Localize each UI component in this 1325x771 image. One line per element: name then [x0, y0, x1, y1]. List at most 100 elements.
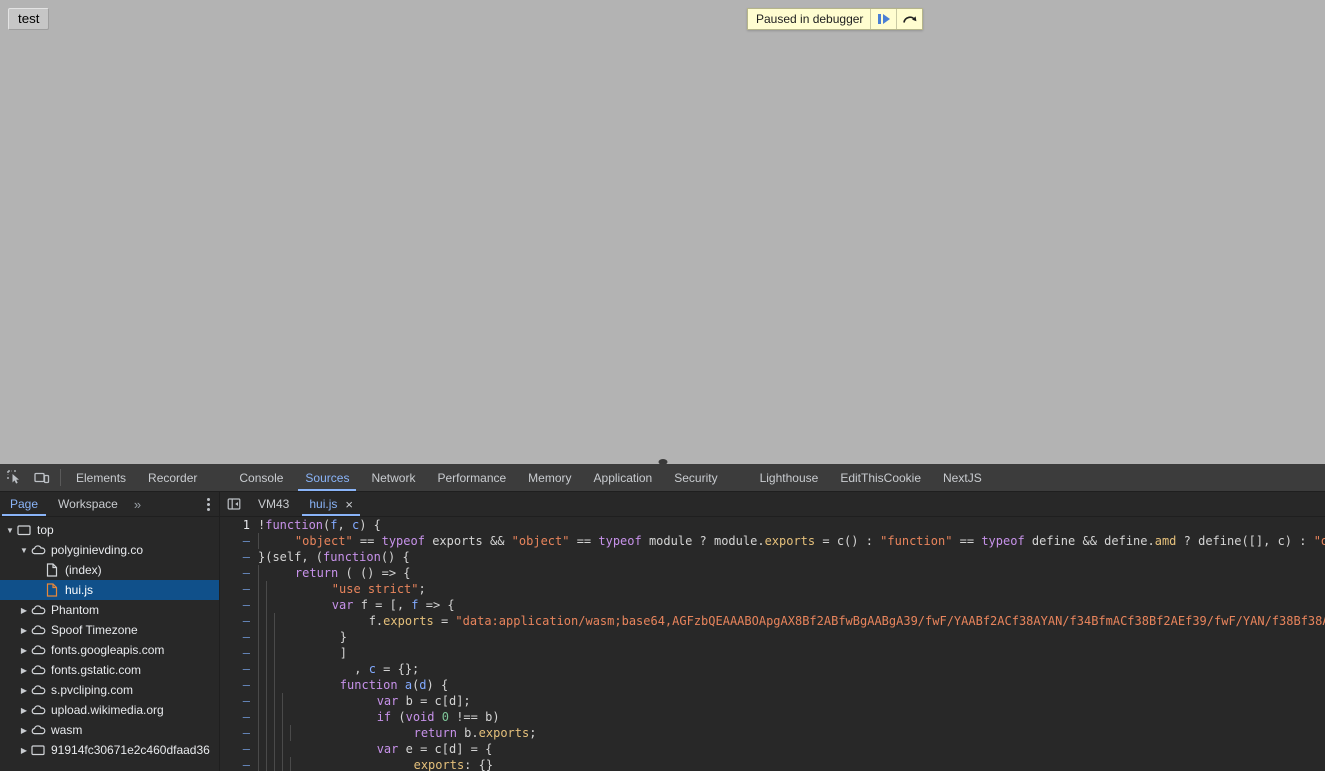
tree-item[interactable]: ▶Spoof Timezone [0, 620, 219, 640]
navigator-tab-workspace[interactable]: Workspace [48, 492, 128, 516]
indent-guide [282, 693, 290, 709]
code-token: = {}; [376, 662, 419, 676]
tab-elements[interactable]: Elements [65, 464, 137, 491]
line-number[interactable]: – [220, 677, 258, 693]
twisty-expanded-icon[interactable]: ▼ [18, 546, 30, 555]
code-token: = c() : [815, 534, 880, 548]
device-toolbar-icon[interactable] [28, 464, 56, 491]
navigator-tab-page[interactable]: Page [0, 492, 48, 516]
paused-in-debugger-banner: Paused in debugger [747, 8, 923, 30]
line-number[interactable]: – [220, 581, 258, 597]
code-token: exports && [425, 534, 512, 548]
indent-guide [266, 613, 274, 629]
line-number[interactable]: – [220, 741, 258, 757]
twisty-collapsed-icon[interactable]: ▶ [18, 626, 30, 635]
inspect-element-icon[interactable] [0, 464, 28, 491]
indent-guide [274, 693, 282, 709]
twisty-expanded-icon[interactable]: ▼ [4, 526, 16, 535]
line-number[interactable]: – [220, 565, 258, 581]
tree-item[interactable]: ▼top [0, 520, 219, 540]
twisty-collapsed-icon[interactable]: ▶ [18, 686, 30, 695]
cloud-icon [30, 724, 46, 736]
tab-console[interactable]: Console [228, 464, 294, 491]
test-button[interactable]: test [8, 8, 49, 30]
twisty-collapsed-icon[interactable]: ▶ [18, 706, 30, 715]
tree-item[interactable]: ▶upload.wikimedia.org [0, 700, 219, 720]
indent-guide [266, 581, 274, 597]
devtools-panel: Elements Recorder Console Sources Networ… [0, 464, 1325, 771]
tab-nextjs[interactable]: NextJS [932, 464, 993, 491]
tab-application[interactable]: Application [583, 464, 664, 491]
tree-item[interactable]: ▶fonts.gstatic.com [0, 660, 219, 680]
tree-item[interactable]: ▶91914fc30671e2c460dfaad36 [0, 740, 219, 760]
file-navigator-tree: ▼top▼polyginievding.co (index) hui.js ▶Phan… [0, 517, 220, 771]
twisty-collapsed-icon[interactable]: ▶ [18, 666, 30, 675]
twisty-collapsed-icon[interactable]: ▶ [18, 746, 30, 755]
code-token: !== b) [449, 710, 500, 724]
tree-item[interactable]: hui.js [0, 580, 219, 600]
navigator-more-options-icon[interactable] [197, 492, 219, 516]
source-code-editor[interactable]: 1!function(f, c) {– "object" == typeof e… [220, 517, 1325, 771]
code-token [398, 678, 405, 692]
tab-label: Lighthouse [760, 471, 819, 485]
code-token: function [323, 550, 381, 564]
tab-network[interactable]: Network [360, 464, 426, 491]
line-number[interactable]: – [220, 725, 258, 741]
indent-guides [258, 741, 290, 757]
tree-item[interactable]: ▶s.pvcliping.com [0, 680, 219, 700]
line-number[interactable]: – [220, 661, 258, 677]
cloud-icon [30, 604, 46, 616]
line-number[interactable]: – [220, 709, 258, 725]
devtools-tab-bar: Elements Recorder Console Sources Networ… [0, 464, 1325, 492]
code-line: – exports: {} [220, 757, 1325, 771]
tree-item[interactable]: (index) [0, 560, 219, 580]
tree-item[interactable]: ▼polyginievding.co [0, 540, 219, 560]
line-number[interactable]: – [220, 629, 258, 645]
tab-performance[interactable]: Performance [426, 464, 517, 491]
line-number[interactable]: – [220, 693, 258, 709]
more-tabs-chevron-icon[interactable]: » [128, 492, 147, 516]
twisty-collapsed-icon[interactable]: ▶ [18, 646, 30, 655]
tab-recorder[interactable]: Recorder [137, 464, 208, 491]
indent-guide [274, 629, 282, 645]
cloud-icon [30, 704, 46, 716]
code-line: –}(self, (function() { [220, 549, 1325, 565]
tree-item[interactable]: ▶wasm [0, 720, 219, 740]
editor-tab-vm43[interactable]: VM43 [248, 492, 299, 516]
code-token: a [405, 678, 412, 692]
close-icon[interactable]: × [345, 498, 353, 511]
line-number[interactable]: – [220, 613, 258, 629]
code-token [290, 710, 377, 724]
line-number[interactable]: – [220, 597, 258, 613]
line-number[interactable]: 1 [220, 517, 258, 533]
show-navigator-panel-icon[interactable] [220, 492, 248, 516]
tree-item-label: hui.js [65, 583, 93, 597]
code-token: ) { [427, 678, 449, 692]
code-token: typeof [382, 534, 425, 548]
tree-item[interactable]: ▶fonts.googleapis.com [0, 640, 219, 660]
tree-item-label: (index) [65, 563, 102, 577]
tab-sources[interactable]: Sources [294, 464, 360, 491]
code-text: var e = c[d] = { [290, 741, 492, 757]
code-line: – "object" == typeof exports && "object"… [220, 533, 1325, 549]
indent-guides [258, 757, 298, 771]
tree-item[interactable]: ▶Phantom [0, 600, 219, 620]
code-token [266, 566, 295, 580]
resume-script-execution-icon[interactable] [870, 9, 896, 29]
tab-editthiscookie[interactable]: EditThisCookie [829, 464, 932, 491]
line-number[interactable]: – [220, 757, 258, 771]
indent-guide [266, 645, 274, 661]
tab-security[interactable]: Security [663, 464, 728, 491]
twisty-collapsed-icon[interactable]: ▶ [18, 606, 30, 615]
code-token: "function" [880, 534, 952, 548]
line-number[interactable]: – [220, 645, 258, 661]
code-text: } [282, 629, 347, 645]
editor-tab-huijs[interactable]: hui.js × [299, 492, 363, 516]
step-over-next-function-call-icon[interactable] [896, 9, 922, 29]
tab-label: NextJS [943, 471, 982, 485]
twisty-collapsed-icon[interactable]: ▶ [18, 726, 30, 735]
line-number[interactable]: – [220, 549, 258, 565]
tab-lighthouse[interactable]: Lighthouse [749, 464, 830, 491]
tab-memory[interactable]: Memory [517, 464, 582, 491]
line-number[interactable]: – [220, 533, 258, 549]
